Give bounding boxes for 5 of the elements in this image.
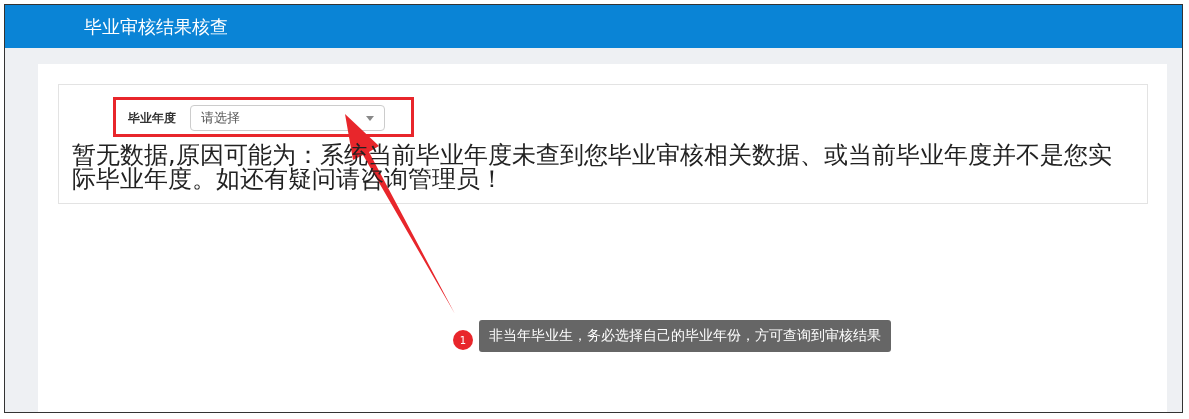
page-title: 毕业审核结果核查 xyxy=(84,14,228,39)
year-label: 毕业年度 xyxy=(128,109,176,127)
caret-icon xyxy=(366,115,374,121)
year-select[interactable]: 请选择 xyxy=(190,105,385,131)
annotation-tooltip: 非当年毕业生，务必选择自己的毕业年份，方可查询到审核结果 xyxy=(479,320,891,352)
